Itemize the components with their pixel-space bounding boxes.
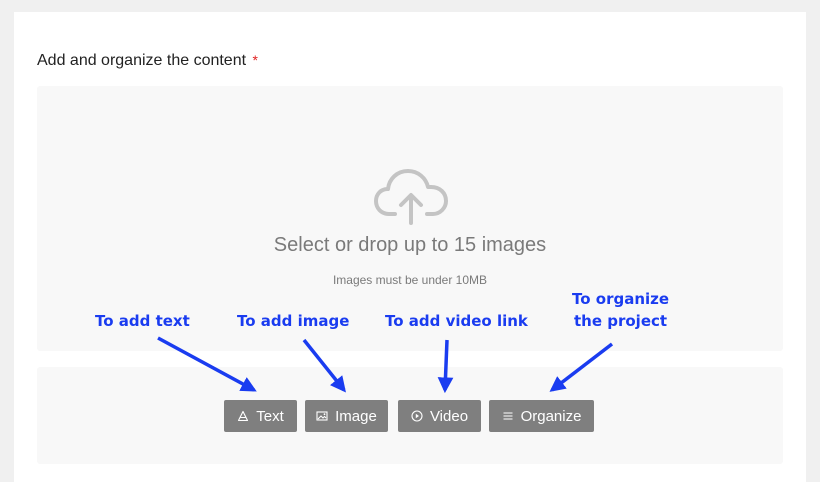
add-video-label: Video — [429, 407, 469, 425]
organize-label: Organize — [520, 407, 582, 425]
section-title: Add and organize the content * — [37, 52, 258, 70]
add-image-button[interactable]: Image — [305, 400, 388, 432]
video-icon — [411, 410, 423, 422]
annotation-add-video: To add video link — [385, 312, 528, 330]
dropzone-title: Select or drop up to 15 images — [273, 234, 547, 256]
required-marker: * — [252, 52, 258, 68]
add-video-button[interactable]: Video — [398, 400, 481, 432]
add-text-button[interactable]: Text — [224, 400, 297, 432]
cloud-upload-icon — [374, 169, 448, 225]
annotation-organize-line1: To organize — [572, 290, 670, 308]
annotation-add-text: To add text — [95, 312, 190, 330]
add-image-label: Image — [335, 407, 377, 425]
text-icon — [237, 410, 249, 422]
annotation-add-image: To add image — [237, 312, 350, 330]
section-title-text: Add and organize the content — [37, 52, 247, 69]
content-card: Add and organize the content * Select or… — [14, 12, 806, 482]
annotation-organize-line2: the project — [574, 312, 668, 330]
annotation-organize: To organize the project — [572, 288, 669, 332]
dropzone-hint: Images must be under 10MB — [332, 273, 488, 287]
add-text-label: Text — [256, 407, 284, 425]
organize-icon — [502, 410, 514, 422]
organize-button[interactable]: Organize — [489, 400, 594, 432]
image-icon — [316, 410, 328, 422]
